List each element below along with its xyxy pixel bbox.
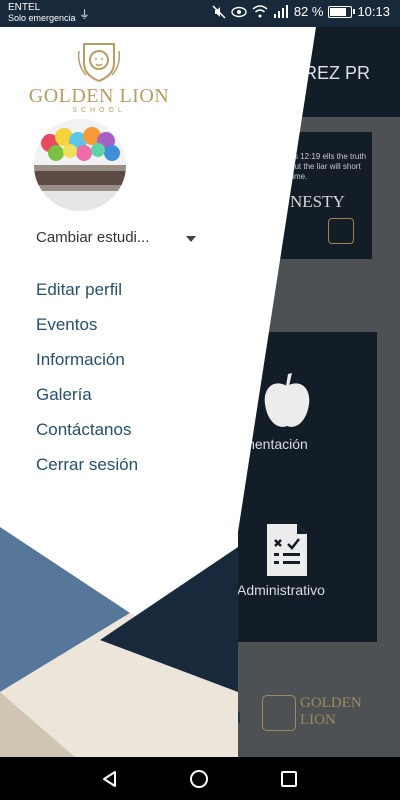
brand-subtitle: SCHOOL	[72, 107, 126, 114]
carrier-note: Solo emergencia	[8, 13, 76, 23]
system-nav-bar	[0, 757, 400, 800]
carrier-info: ENTEL Solo emergencia	[8, 2, 76, 24]
school-logo: GOLDEN LION SCHOOL	[28, 41, 170, 114]
menu-editar-perfil[interactable]: Editar perfil	[36, 275, 138, 310]
status-bar: ENTEL Solo emergencia ⏚ 82 % 10:13	[0, 0, 400, 27]
back-icon[interactable]	[100, 769, 120, 789]
carrier-name: ENTEL	[8, 2, 41, 13]
menu-cerrar-sesion[interactable]: Cerrar sesión	[36, 450, 138, 485]
lion-crest-icon	[77, 43, 121, 83]
avatar-image	[34, 119, 126, 211]
mute-icon	[212, 4, 226, 19]
signal-icon	[273, 5, 288, 18]
usb-icon: ⏚	[79, 9, 90, 21]
navigation-drawer: GOLDEN LION SCHOOL Cambiar estudi... Edi…	[0, 27, 400, 757]
brand-name: GOLDEN LION	[28, 85, 170, 107]
menu-galeria[interactable]: Galería	[36, 380, 138, 415]
student-selector-label: Cambiar estudi...	[36, 229, 150, 246]
battery-icon	[328, 5, 356, 18]
menu-contactanos[interactable]: Contáctanos	[36, 415, 138, 450]
chevron-down-icon	[186, 236, 196, 242]
status-icons: 82 % 10:13	[212, 4, 390, 19]
menu-informacion[interactable]: Información	[36, 345, 138, 380]
wifi-icon	[252, 5, 268, 18]
home-icon[interactable]	[189, 769, 209, 789]
recents-icon[interactable]	[279, 769, 299, 789]
eye-icon	[231, 6, 247, 17]
avatar[interactable]	[34, 119, 126, 211]
student-selector[interactable]: Cambiar estudi...	[36, 229, 196, 251]
menu-eventos[interactable]: Eventos	[36, 310, 138, 345]
clock: 10:13	[357, 4, 390, 19]
drawer-menu: Editar perfil Eventos Información Galerí…	[36, 275, 138, 485]
battery-percent: 82 %	[293, 4, 324, 19]
